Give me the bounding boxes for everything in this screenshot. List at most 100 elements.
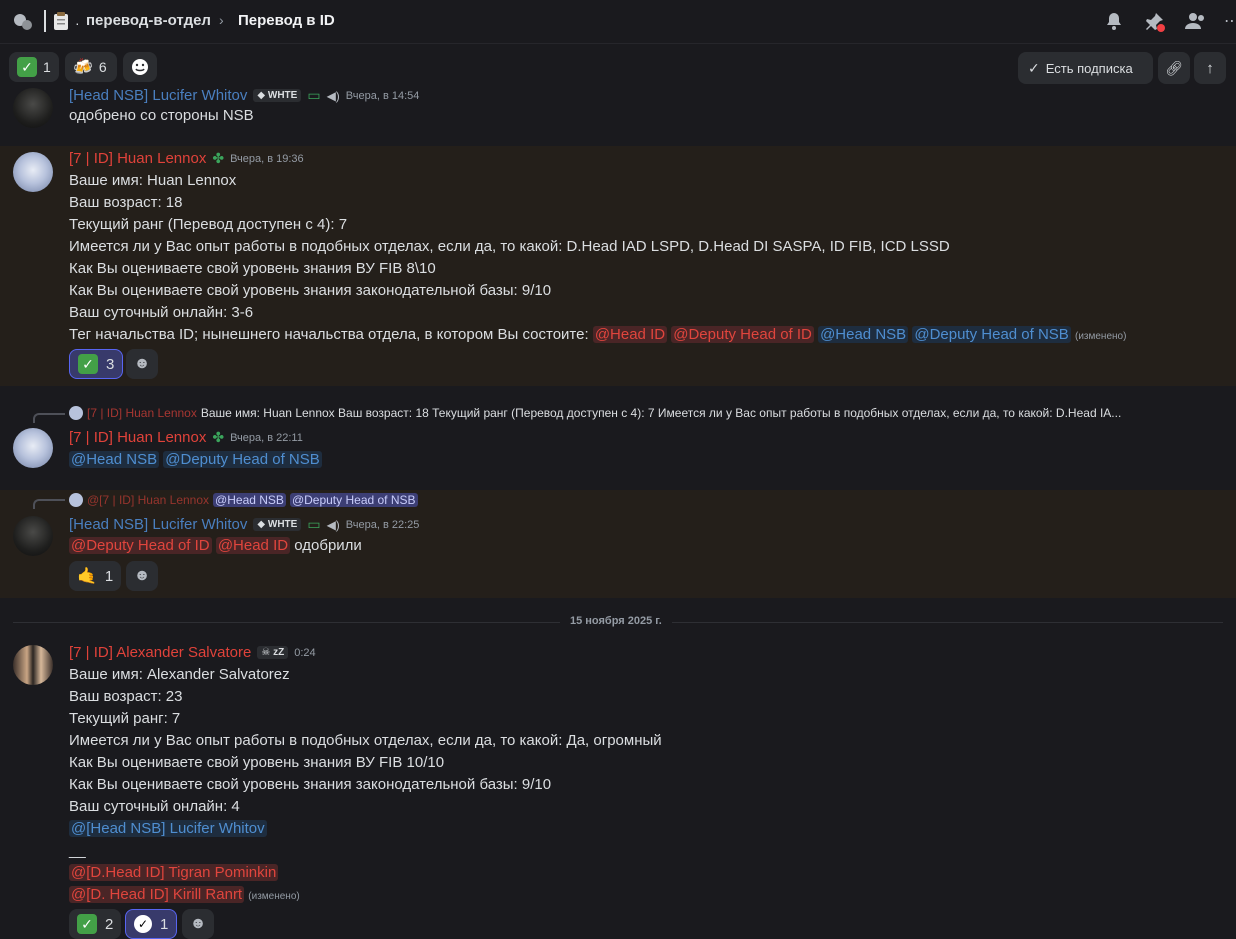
- mention-tigran-pominkin[interactable]: @[D.Head ID] Tigran Pominkin: [69, 864, 279, 881]
- channel-dot: ·: [75, 15, 80, 31]
- message-line: Имеется ли у Вас опыт работы в подобных …: [69, 238, 950, 255]
- add-reaction-button[interactable]: [123, 52, 157, 82]
- message-line: Тег начальства ID; нынешнего начальства …: [69, 326, 1126, 343]
- message-line: Текущий ранг: 7: [69, 710, 181, 727]
- channel-name[interactable]: перевод-в-отдел: [86, 12, 211, 29]
- avatar[interactable]: [13, 516, 53, 556]
- speaker-icon: ◀): [326, 88, 340, 103]
- reaction-check[interactable]: ✓ 2: [69, 909, 122, 939]
- guild-tag: ◆ WHTE: [253, 89, 302, 102]
- reply-avatar: [69, 493, 83, 507]
- message-line: Имеется ли у Вас опыт работы в подобных …: [69, 732, 662, 749]
- mention-lucifer-whitov[interactable]: @[Head NSB] Lucifer Whitov: [69, 820, 267, 837]
- avatar[interactable]: [13, 428, 53, 468]
- edited-label: (изменено): [1074, 331, 1127, 342]
- message-line: @[D. Head ID] Kirill Ranrt (изменено): [69, 886, 300, 903]
- message-line: Ваш возраст: 23: [69, 688, 183, 705]
- clipboard-icon: [53, 11, 69, 36]
- message-text: одобрено со стороны NSB: [69, 107, 254, 124]
- message-line: @[D.Head ID] Tigran Pominkin: [69, 864, 279, 881]
- checkmark-icon: ✓: [78, 354, 98, 374]
- reply-spine: [33, 499, 65, 509]
- author-name[interactable]: [Head NSB] Lucifer Whitov: [69, 87, 247, 104]
- thread-action-bar: ✓ 1 🍻 6 ✓ Есть подписка 🔗︎ ↑: [0, 45, 1236, 91]
- scroll-up-button[interactable]: ↑: [1194, 52, 1226, 84]
- monitor-icon: ▭: [307, 87, 321, 103]
- message-line: Как Вы оцениваете свой уровень знания за…: [69, 282, 552, 299]
- mention-deputy-head-nsb[interactable]: @Deputy Head of NSB: [163, 451, 322, 468]
- copy-link-button[interactable]: 🔗︎: [1158, 52, 1190, 84]
- message-line: Ваше имя: Alexander Salvatorez: [69, 666, 290, 683]
- link-icon: 🔗︎: [1165, 59, 1183, 76]
- subscribe-button[interactable]: ✓ Есть подписка: [1018, 52, 1153, 84]
- add-reaction-button[interactable]: ☻: [126, 561, 158, 591]
- avatar[interactable]: [13, 645, 53, 685]
- mention-deputy-head-nsb[interactable]: @Deputy Head of NSB: [912, 326, 1071, 343]
- chevron-right-icon: ›: [219, 12, 224, 28]
- reaction-count: 6: [98, 59, 107, 75]
- reply-text: Ваше имя: Huan Lennox Ваш возраст: 18 Те…: [200, 406, 1122, 420]
- mention-head-id[interactable]: @Head ID: [215, 537, 291, 554]
- threads-icon[interactable]: [12, 11, 34, 38]
- reply-author: [7 | ID] Huan Lennox: [87, 406, 197, 420]
- more-icon[interactable]: ⋯: [1224, 11, 1236, 31]
- message-line: Ваше имя: Huan Lennox: [69, 172, 237, 189]
- timestamp: Вчера, в 19:36: [230, 152, 304, 165]
- reply-mention: @Deputy Head of NSB: [289, 493, 418, 507]
- reaction-count: 1: [43, 59, 51, 75]
- avatar[interactable]: [13, 88, 53, 128]
- author-name[interactable]: [Head NSB] Lucifer Whitov: [69, 516, 247, 533]
- mention-head-nsb[interactable]: @Head NSB: [69, 451, 160, 468]
- reply-preview[interactable]: @[7 | ID] Huan Lennox @Head NSB @Deputy …: [69, 493, 418, 507]
- mention-kirill-ranrt[interactable]: @[D. Head ID] Kirill Ranrt: [69, 886, 245, 903]
- author-name[interactable]: [7 | ID] Alexander Salvatore: [69, 644, 251, 661]
- mention-deputy-head-id[interactable]: @Deputy Head of ID: [69, 537, 212, 554]
- message: [7 | ID] Huan Lennox Ваше имя: Huan Lenn…: [0, 386, 1236, 490]
- guild-tag: ☠ zZ: [257, 646, 289, 659]
- add-reaction-button[interactable]: ☻: [182, 909, 214, 939]
- members-icon[interactable]: [1184, 11, 1206, 36]
- reaction-count: 1: [104, 567, 114, 585]
- mention-deputy-head-id[interactable]: @Deputy Head of ID: [671, 326, 814, 343]
- smile-icon: [132, 59, 148, 75]
- clover-icon: ✤: [212, 150, 225, 166]
- pin-icon[interactable]: [1144, 11, 1166, 38]
- add-reaction-button[interactable]: ☻: [126, 349, 158, 379]
- message: @[7 | ID] Huan Lennox @Head NSB @Deputy …: [0, 490, 1236, 598]
- reply-spine: [33, 413, 65, 423]
- reaction-check-pill[interactable]: ✓ 1: [9, 52, 59, 82]
- mention-head-id[interactable]: @Head ID: [592, 326, 668, 343]
- message-text: @Head NSB @Deputy Head of NSB: [69, 451, 322, 468]
- reply-mention: @Head NSB: [213, 493, 286, 507]
- message-line: Ваш суточный онлайн: 3-6: [69, 304, 254, 321]
- reaction-beer-pill[interactable]: 🍻 6: [65, 52, 117, 82]
- checkmark-icon: ✓: [17, 57, 37, 77]
- reaction-call-me[interactable]: 🤙 1: [69, 561, 122, 591]
- reaction-count: 2: [105, 915, 114, 933]
- mention-head-nsb[interactable]: @Head NSB: [818, 326, 909, 343]
- author-name[interactable]: [7 | ID] Huan Lennox: [69, 150, 206, 167]
- call-me-hand-icon: 🤙: [77, 568, 97, 585]
- message-separator: __: [69, 842, 86, 859]
- message-line: Как Вы оцениваете свой уровень знания ВУ…: [69, 260, 436, 277]
- reply-preview[interactable]: [7 | ID] Huan Lennox Ваше имя: Huan Lenn…: [69, 406, 1121, 420]
- verified-badge-icon: ✓: [134, 915, 152, 933]
- reaction-verified[interactable]: ✓ 1: [125, 909, 178, 939]
- beer-icon: 🍻: [73, 59, 93, 76]
- bell-icon[interactable]: [1104, 11, 1124, 36]
- message-body: одобрили: [294, 537, 362, 554]
- guild-tag: ◆ WHTE: [253, 518, 302, 531]
- author-name[interactable]: [7 | ID] Huan Lennox: [69, 429, 206, 446]
- message: [Head NSB] Lucifer Whitov ◆ WHTE ▭ ◀) Вч…: [0, 87, 1236, 146]
- reaction-check[interactable]: ✓ 3: [69, 349, 124, 379]
- tag-text: WHTE: [267, 519, 298, 530]
- timestamp: 0:24: [294, 646, 316, 659]
- message-text: @Deputy Head of ID @Head ID одобрили: [69, 537, 362, 554]
- monitor-icon: ▭: [307, 516, 321, 532]
- avatar[interactable]: [13, 152, 53, 192]
- message-line: @[Head NSB] Lucifer Whitov: [69, 820, 267, 837]
- reaction-count: 3: [106, 355, 115, 373]
- check-icon: ✓: [1028, 59, 1040, 76]
- date-divider: 15 ноября 2025 г.: [560, 615, 672, 627]
- timestamp: Вчера, в 22:25: [345, 518, 420, 531]
